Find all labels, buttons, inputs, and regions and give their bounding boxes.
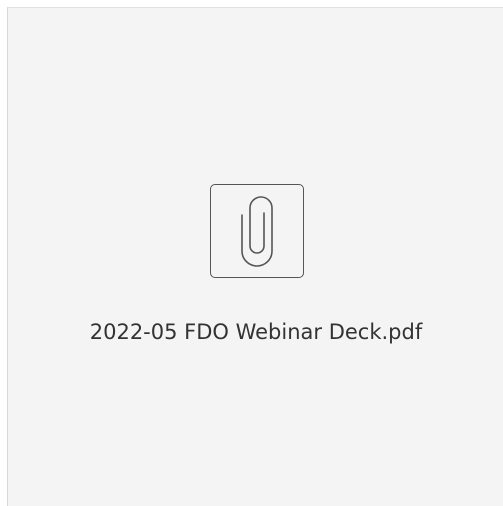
file-name[interactable]: 2022-05 FDO Webinar Deck.pdf <box>8 320 503 344</box>
paperclip-icon <box>210 184 304 278</box>
attachment-preview-card[interactable]: 2022-05 FDO Webinar Deck.pdf <box>7 7 503 506</box>
